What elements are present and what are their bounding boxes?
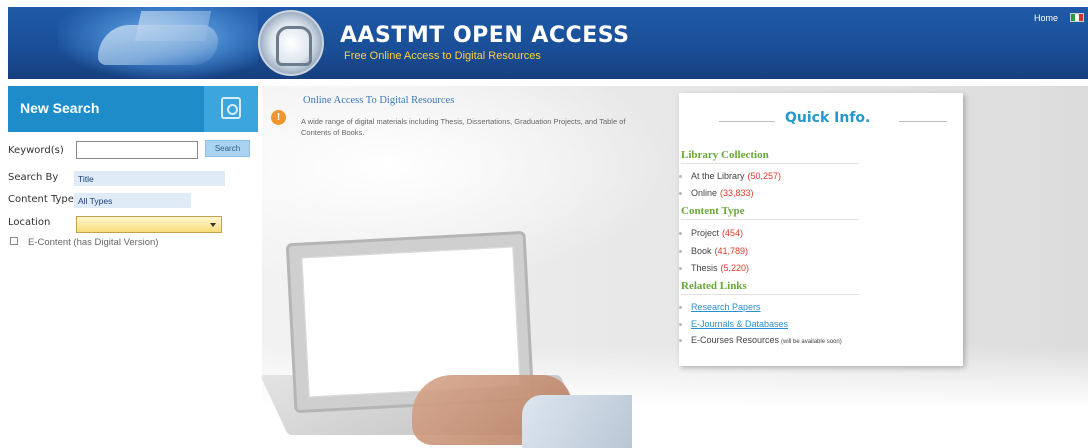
header-banner-image [58,7,258,79]
intro-text: A wide range of digital materials includ… [301,117,626,137]
availability-note: (will be available soon) [781,339,842,345]
item-count: (50,257) [747,171,782,181]
site-subtitle: Free Online Access to Digital Resources [344,50,541,62]
list-item: E-Journals & Databases [691,319,788,329]
search-panel-title: New Search [20,100,100,116]
related-links-heading: Related Links [681,280,747,292]
divider [719,121,775,122]
list-item: E-Courses Resources (will be available so… [691,335,842,345]
bullet-icon [679,323,682,326]
item-count: (5,220) [720,263,750,273]
list-item: At the Library (50,257) [691,171,781,181]
list-item: Research Papers [691,302,761,312]
ecourses-resources-label: E-Courses Resources [691,335,780,345]
search-by-select[interactable]: Title [74,171,225,186]
bullet-icon [679,267,682,270]
chevron-down-icon [210,223,216,227]
item-label: Project [691,228,720,238]
list-item: Thesis (5,220) [691,263,749,273]
bullet-icon [679,232,682,235]
list-item: Online (33,833) [691,188,754,198]
divider [681,163,859,164]
divider [681,219,859,220]
location-select[interactable] [76,216,222,233]
item-label: Book [691,246,712,256]
item-count: (41,789) [714,246,749,256]
search-panel: New Search Keyword(s) Search Search By T… [0,86,258,448]
bullet-icon [679,306,682,309]
search-document-icon [204,86,258,132]
bullet-icon [679,192,682,195]
search-button[interactable]: Search [205,140,250,157]
quick-info-title: Quick Info. [785,110,871,126]
content-type-heading: Content Type [681,205,745,217]
ejournals-databases-link[interactable]: E-Journals & Databases [691,319,788,329]
bullet-icon [679,175,682,178]
divider [681,294,859,295]
bullet-icon [679,339,682,342]
econtent-label: E-Content (has Digital Version) [28,237,159,248]
content-type-select[interactable]: All Types [74,193,191,208]
location-label: Location [8,217,51,228]
library-collection-heading: Library Collection [681,149,769,161]
econtent-checkbox[interactable] [10,237,18,245]
quick-info-card: Quick Info. Library Collection At the Li… [679,93,963,366]
divider [899,121,947,122]
search-by-label: Search By [8,172,59,183]
search-panel-header: New Search [8,86,258,132]
list-item: Project (454) [691,228,743,238]
bullet-icon [679,250,682,253]
item-label: Online [691,188,718,198]
aastmt-logo [258,10,324,76]
info-icon: ! [271,110,286,125]
laptop-hero-image [260,225,632,448]
site-header: AASTMT OPEN ACCESS Free Online Access to… [8,7,1088,79]
home-link[interactable]: Home [1034,13,1058,23]
list-item: Book (41,789) [691,246,748,256]
content-type-label: Content Type [8,194,74,205]
item-label: Thesis [691,263,718,273]
site-title: AASTMT OPEN ACCESS [340,23,630,48]
language-flag-icon[interactable] [1070,13,1084,22]
item-count: (33,833) [720,188,754,198]
intro-title: Online Access To Digital Resources [303,95,455,106]
keyword-input[interactable] [76,141,198,159]
item-count: (454) [722,228,744,238]
research-papers-link[interactable]: Research Papers [691,302,761,312]
keyword-label: Keyword(s) [8,145,64,156]
item-label: At the Library [691,171,745,181]
